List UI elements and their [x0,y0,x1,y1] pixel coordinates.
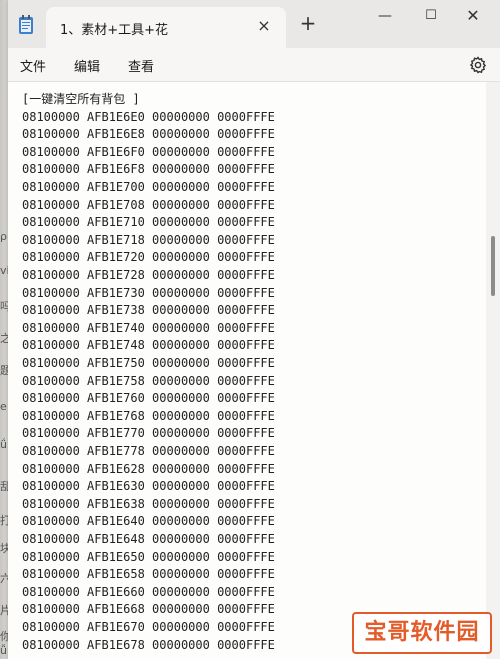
gear-icon[interactable] [468,55,488,75]
text-line: 08100000 AFB1E6F8 00000000 0000FFFE [22,162,275,177]
text-line: 08100000 AFB1E6E0 00000000 0000FFFE [22,109,275,124]
vertical-scrollbar[interactable] [486,82,500,659]
maximize-button[interactable]: ☐ [414,4,448,28]
text-line: 08100000 AFB1E718 00000000 0000FFFE [22,232,275,247]
new-tab-button[interactable]: + [296,11,320,35]
text-line: 08100000 AFB1E638 00000000 0000FFFE [22,496,275,511]
title-bar[interactable]: 1、素材+工具+花 × + — ☐ ✕ [8,0,500,48]
menu-view[interactable]: 查看 [128,56,154,75]
text-line: 08100000 AFB1E720 00000000 0000FFFE [22,250,275,265]
text-line: 08100000 AFB1E748 00000000 0000FFFE [22,338,275,353]
menu-file[interactable]: 文件 [20,56,46,75]
tab-title: 1、素材+工具+花 [60,23,169,38]
text-line: 08100000 AFB1E708 00000000 0000FFFE [22,197,275,212]
text-line: 08100000 AFB1E770 00000000 0000FFFE [22,426,275,441]
text-line: 08100000 AFB1E758 00000000 0000FFFE [22,373,275,388]
notepad-app-icon [19,15,33,34]
close-button[interactable]: ✕ [456,4,490,28]
text-line: 08100000 AFB1E738 00000000 0000FFFE [22,303,275,318]
text-line: 08100000 AFB1E630 00000000 0000FFFE [22,479,275,494]
tab-document[interactable]: 1、素材+工具+花 × [46,7,286,48]
text-line-header: [一键清空所有背包 ] [22,92,140,106]
tab-close-icon[interactable]: × [254,16,274,36]
text-editor-area[interactable]: [一键清空所有背包 ] 08100000 AFB1E6E0 00000000 00… [8,82,486,659]
text-line: 08100000 AFB1E648 00000000 0000FFFE [22,532,275,546]
text-line: 08100000 AFB1E670 00000000 0000FFFE [22,620,275,634]
notepad-window: 1、素材+工具+花 × + — ☐ ✕ 文件 编辑 查看 [一键清空所有背包 ]… [8,0,500,659]
watermark-logo: 宝哥软件园 [352,612,492,654]
menu-edit[interactable]: 编辑 [74,56,100,75]
text-line: 08100000 AFB1E640 00000000 0000FFFE [22,514,275,529]
text-line: 08100000 AFB1E678 00000000 0000FFFE [22,637,275,652]
text-line: 08100000 AFB1E768 00000000 0000FFFE [22,408,275,423]
text-line: 08100000 AFB1E778 00000000 0000FFFE [22,444,275,458]
text-line: 08100000 AFB1E628 00000000 0000FFFE [22,461,275,476]
text-line: 08100000 AFB1E660 00000000 0000FFFE [22,584,275,599]
text-line: 08100000 AFB1E6E8 00000000 0000FFFE [22,127,275,142]
text-line: 08100000 AFB1E710 00000000 0000FFFE [22,215,275,230]
text-line: 08100000 AFB1E760 00000000 0000FFFE [22,391,275,406]
text-line: 08100000 AFB1E740 00000000 0000FFFE [22,320,275,335]
menu-bar: 文件 编辑 查看 [8,48,500,82]
text-line: 08100000 AFB1E650 00000000 0000FFFE [22,549,275,564]
text-line: 08100000 AFB1E658 00000000 0000FFFE [22,567,275,582]
text-line: 08100000 AFB1E6F0 00000000 0000FFFE [22,144,275,159]
text-line: 08100000 AFB1E668 00000000 0000FFFE [22,602,275,617]
text-line: 08100000 AFB1E730 00000000 0000FFFE [22,285,275,300]
scrollbar-thumb[interactable] [491,236,495,296]
text-line: 08100000 AFB1E728 00000000 0000FFFE [22,268,275,282]
text-line: 08100000 AFB1E750 00000000 0000FFFE [22,356,275,370]
minimize-button[interactable]: — [368,4,402,28]
text-line: 08100000 AFB1E700 00000000 0000FFFE [22,180,275,194]
